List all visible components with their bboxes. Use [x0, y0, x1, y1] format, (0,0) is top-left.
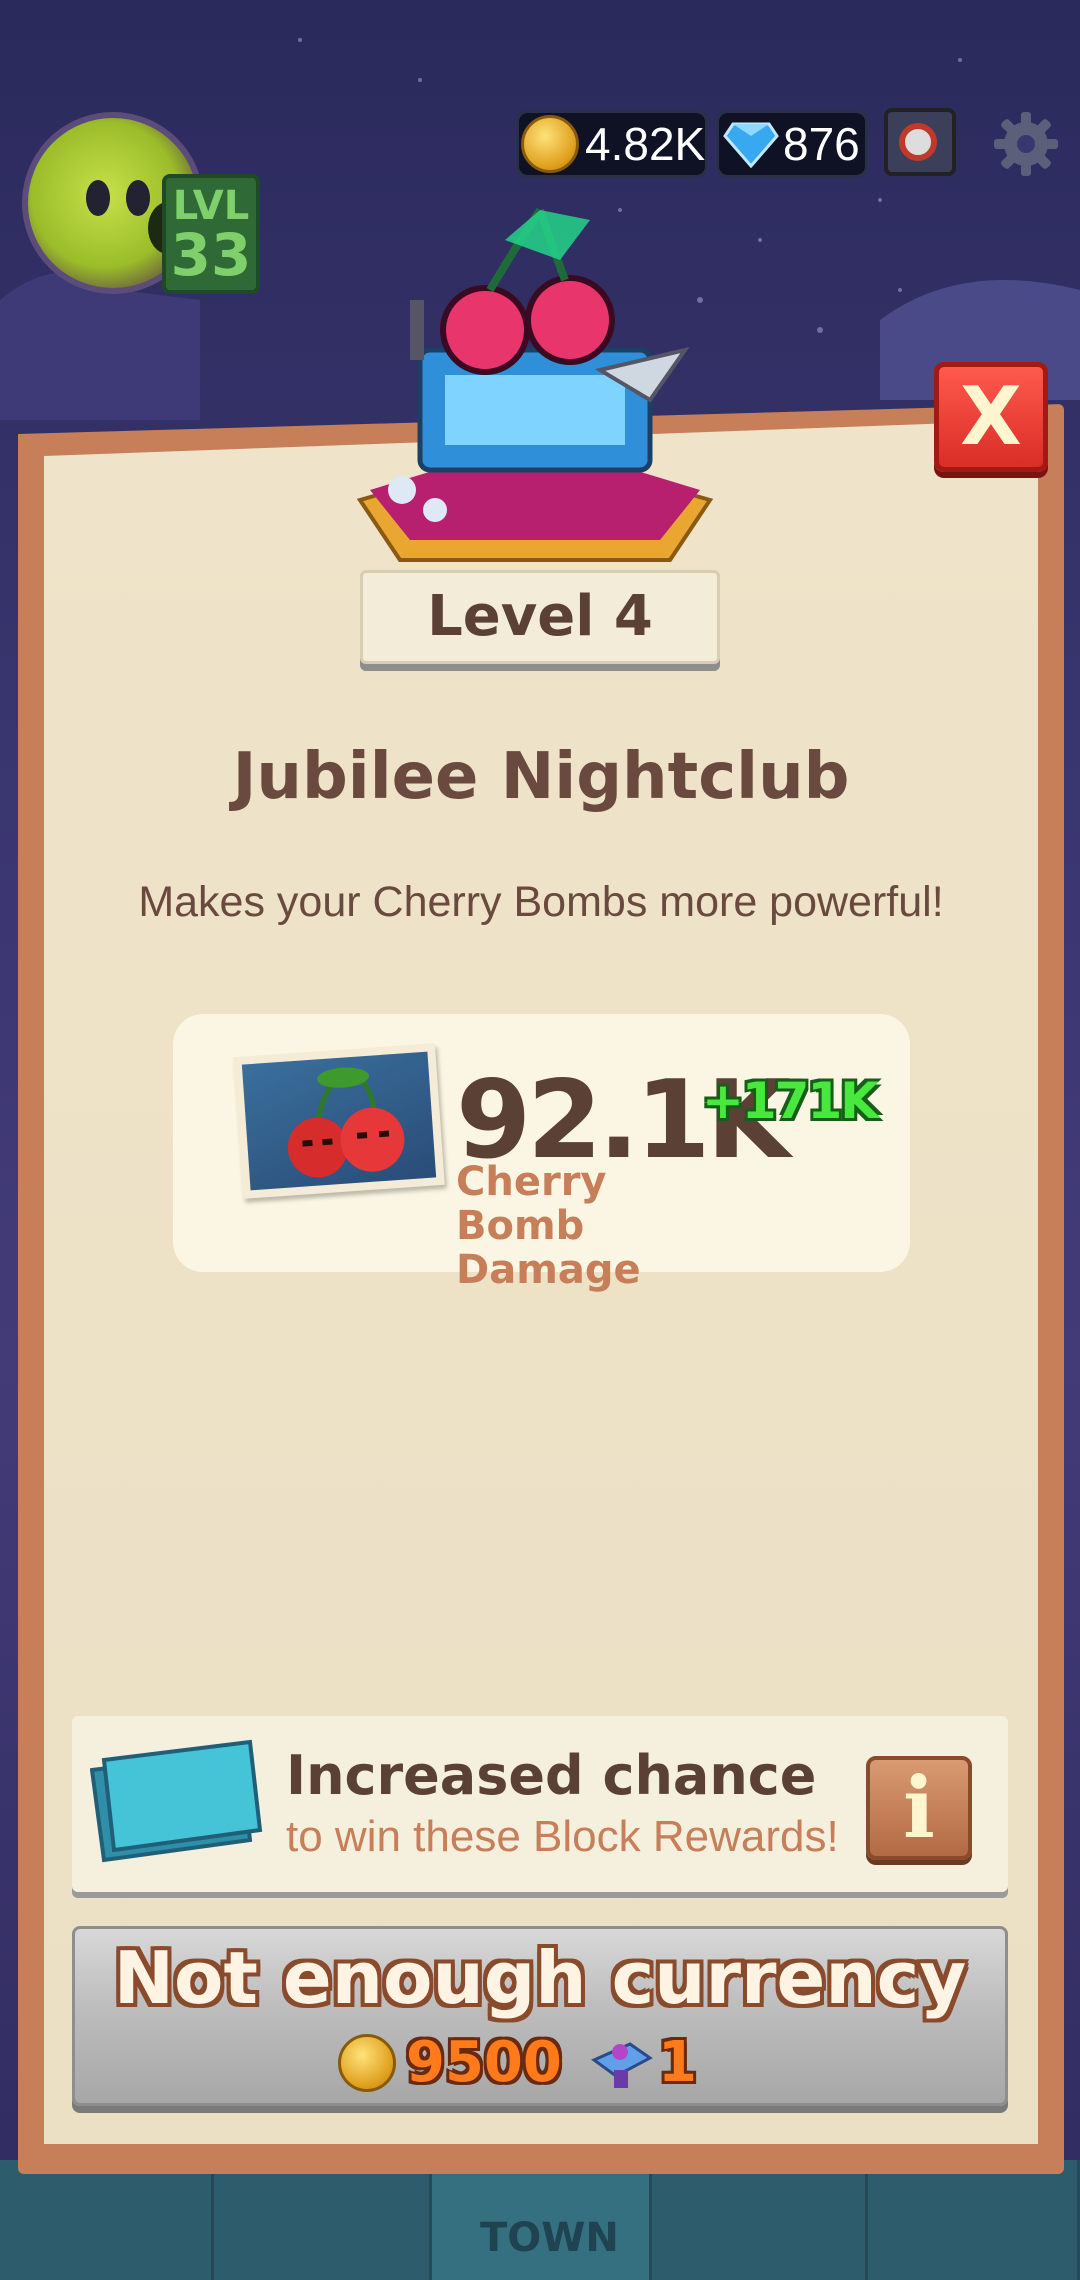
- player-level-badge: LVL 33: [162, 174, 260, 294]
- token-cost: 1: [658, 2030, 697, 2095]
- stat-label: Cherry Bomb Damage: [456, 1160, 716, 1292]
- close-button[interactable]: X: [934, 362, 1048, 472]
- info-button[interactable]: i: [866, 1756, 972, 1860]
- level-number: 33: [170, 221, 252, 289]
- gear-icon[interactable]: [990, 108, 1062, 180]
- cherry-bomb-photo: [233, 1043, 445, 1199]
- coin-icon: [521, 115, 579, 173]
- coin-icon: [338, 2034, 396, 2092]
- reward-title: Increased chance: [286, 1744, 817, 1807]
- nav-tab-league[interactable]: [868, 2160, 1080, 2280]
- coin-cost: 9500: [406, 2030, 562, 2095]
- stat-bonus: +171K: [702, 1072, 879, 1130]
- block-cards-icon: [90, 1739, 263, 1863]
- nav-tab-plants[interactable]: [214, 2160, 432, 2280]
- gem-balance[interactable]: 876: [716, 110, 868, 178]
- coin-amount: 4.82K: [585, 118, 706, 170]
- level-prefix: LVL: [172, 183, 250, 229]
- stat-label-line2: Damage: [456, 1247, 641, 1293]
- stat-label-line1: Cherry Bomb: [456, 1159, 607, 1249]
- gem-icon: [723, 122, 779, 168]
- upgrade-button-label: Not enough currency: [113, 1936, 967, 2020]
- cherry-bomb-icon: [287, 1067, 405, 1178]
- coin-balance[interactable]: 4.82K: [516, 110, 708, 178]
- building-title: Jubilee Nightclub: [232, 740, 850, 814]
- nav-tab-social[interactable]: [652, 2160, 868, 2280]
- nav-tab-shop[interactable]: [0, 2160, 214, 2280]
- safe-icon[interactable]: [880, 100, 964, 184]
- building-level-badge: Level 4: [360, 570, 720, 664]
- nightclub-building-icon: [356, 207, 714, 562]
- building-description: Makes your Cherry Bombs more powerful!: [138, 878, 944, 926]
- reward-subtitle: to win these Block Rewards!: [286, 1812, 839, 1861]
- gem-amount: 876: [783, 118, 860, 170]
- town-tab-label: TOWN: [480, 2215, 619, 2261]
- building-token-icon: [591, 2042, 653, 2088]
